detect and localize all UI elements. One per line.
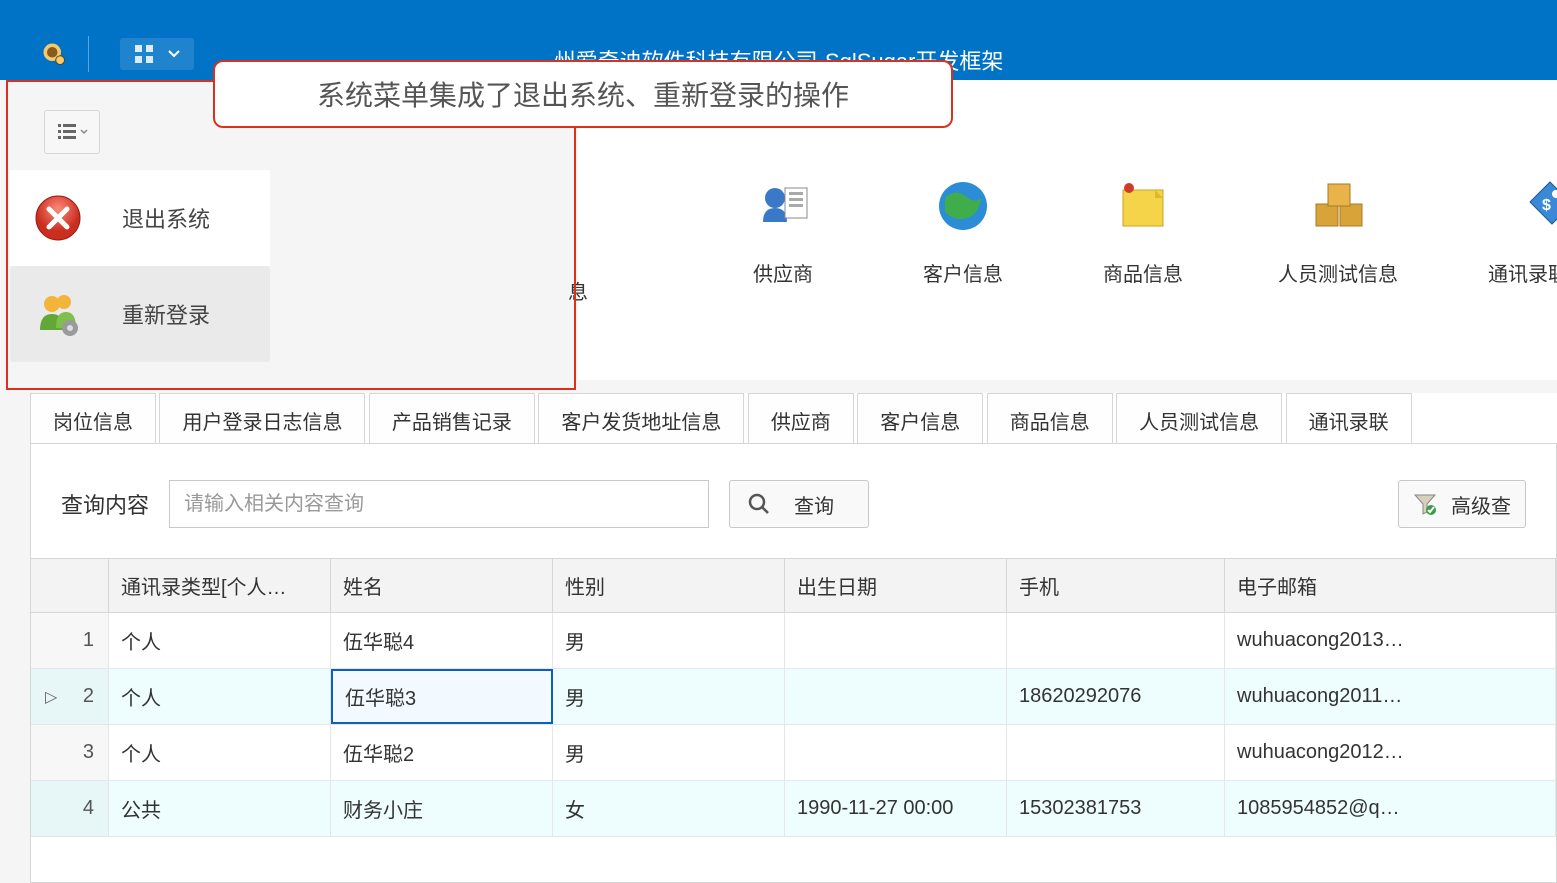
cell-mobile[interactable]: 15302381753 — [1007, 781, 1225, 836]
titlebar-separator — [88, 36, 89, 72]
tab-position-info[interactable]: 岗位信息 — [30, 393, 156, 447]
globe-icon — [935, 178, 991, 234]
view-toggle-button[interactable] — [44, 110, 100, 154]
cell-type[interactable]: 个人 — [109, 613, 331, 668]
ribbon-btn-label: 通讯录联系人 — [1488, 258, 1557, 287]
ribbon-btn-customer[interactable]: 客户信息 — [898, 178, 1028, 287]
cell-name[interactable]: 财务小庄 — [331, 781, 553, 836]
cell-dob[interactable]: 1990-11-27 00:00 — [785, 781, 1007, 836]
cell-gender[interactable]: 女 — [553, 781, 785, 836]
chevron-down-icon — [168, 50, 180, 58]
cell-dob[interactable] — [785, 613, 1007, 668]
search-row: 查询内容 查询 高级查 — [31, 480, 1556, 528]
cell-dob[interactable] — [785, 669, 1007, 724]
data-grid: 通讯录类型[个人… 姓名 性别 出生日期 手机 电子邮箱 1个人伍华聪4男wuh… — [31, 558, 1556, 837]
search-icon — [748, 493, 770, 515]
tab-supplier[interactable]: 供应商 — [748, 393, 854, 447]
cell-type[interactable]: 公共 — [109, 781, 331, 836]
table-row[interactable]: ▷2个人伍华聪3男 18620292076wuhuacong2011… — [31, 669, 1556, 725]
svg-text:$: $ — [1542, 197, 1551, 214]
chevron-down-icon — [80, 129, 88, 135]
tab-contacts[interactable]: 通讯录联 — [1286, 393, 1412, 447]
search-button-label: 查询 — [794, 490, 834, 519]
row-number: ▷2 — [31, 669, 109, 724]
ribbon-btn-person-test[interactable]: 人员测试信息 — [1258, 178, 1418, 287]
table-row[interactable]: 4公共财务小庄女1990-11-27 00:001530238175310859… — [31, 781, 1556, 837]
tab-product[interactable]: 商品信息 — [987, 393, 1113, 447]
users-gear-icon — [34, 290, 82, 338]
tab-ship-address[interactable]: 客户发货地址信息 — [538, 393, 744, 447]
note-icon — [1115, 178, 1171, 234]
app-logo-icon — [40, 40, 68, 68]
price-tag-icon: $ — [1520, 178, 1557, 234]
cell-gender[interactable]: 男 — [553, 725, 785, 780]
cell-email[interactable]: wuhuacong2011… — [1225, 669, 1556, 724]
table-row[interactable]: 3个人伍华聪2男 wuhuacong2012… — [31, 725, 1556, 781]
row-number: 4 — [31, 781, 109, 836]
grid-header: 通讯录类型[个人… 姓名 性别 出生日期 手机 电子邮箱 — [31, 559, 1556, 613]
grid-header-email[interactable]: 电子邮箱 — [1225, 559, 1556, 612]
ribbon-btn-label: 客户信息 — [923, 258, 1003, 287]
cell-gender[interactable]: 男 — [553, 613, 785, 668]
annotation-callout: 系统菜单集成了退出系统、重新登录的操作 — [213, 60, 953, 128]
search-button[interactable]: 查询 — [729, 480, 869, 528]
grid-header-dob[interactable]: 出生日期 — [785, 559, 1007, 612]
ribbon-btn-supplier[interactable]: 供应商 — [718, 178, 848, 287]
funnel-icon — [1413, 492, 1437, 516]
menu-item-exit[interactable]: 退出系统 — [10, 170, 270, 266]
cell-email[interactable]: 1085954852@q… — [1225, 781, 1556, 836]
close-circle-icon — [34, 194, 82, 242]
ribbon-btn-label: 人员测试信息 — [1278, 258, 1398, 287]
ribbon-btn-label: 商品信息 — [1103, 258, 1183, 287]
tab-person-test[interactable]: 人员测试信息 — [1116, 393, 1282, 447]
row-indicator-icon: ▷ — [45, 687, 57, 707]
grid-header-mobile[interactable]: 手机 — [1007, 559, 1225, 612]
cell-type[interactable]: 个人 — [109, 669, 331, 724]
ribbon-partial-label: 息 — [568, 276, 588, 305]
table-row[interactable]: 1个人伍华聪4男 wuhuacong2013… — [31, 613, 1556, 669]
content-panel: 查询内容 查询 高级查 通讯录类型[个人… 姓名 性别 出生日期 手机 电子邮箱… — [30, 443, 1557, 883]
ribbon-btn-contacts[interactable]: $ 通讯录联系人 — [1468, 178, 1557, 287]
boxes-icon — [1310, 178, 1366, 234]
document-tabs: 岗位信息 用户登录日志信息 产品销售记录 客户发货地址信息 供应商 客户信息 商… — [30, 393, 1557, 443]
cell-email[interactable]: wuhuacong2012… — [1225, 725, 1556, 780]
ribbon-btn-label: 供应商 — [753, 258, 813, 287]
cell-name[interactable]: 伍华聪3 — [331, 669, 553, 724]
tab-login-log[interactable]: 用户登录日志信息 — [159, 393, 365, 447]
cell-gender[interactable]: 男 — [553, 669, 785, 724]
supplier-card-icon — [755, 178, 811, 234]
menu-item-label: 退出系统 — [122, 202, 210, 234]
cell-mobile[interactable] — [1007, 725, 1225, 780]
row-number: 1 — [31, 613, 109, 668]
row-number: 3 — [31, 725, 109, 780]
search-input[interactable] — [169, 480, 709, 528]
grid-header-rownum — [31, 559, 109, 612]
list-view-icon — [56, 121, 78, 143]
tab-customer[interactable]: 客户信息 — [857, 393, 983, 447]
cell-name[interactable]: 伍华聪2 — [331, 725, 553, 780]
apps-grid-icon — [134, 44, 154, 64]
cell-dob[interactable] — [785, 725, 1007, 780]
grid-header-type[interactable]: 通讯录类型[个人… — [109, 559, 331, 612]
grid-header-name[interactable]: 姓名 — [331, 559, 553, 612]
cell-name[interactable]: 伍华聪4 — [331, 613, 553, 668]
cell-mobile[interactable]: 18620292076 — [1007, 669, 1225, 724]
advanced-search-button[interactable]: 高级查 — [1398, 480, 1526, 528]
ribbon-btn-product[interactable]: 商品信息 — [1078, 178, 1208, 287]
cell-email[interactable]: wuhuacong2013… — [1225, 613, 1556, 668]
search-label: 查询内容 — [61, 488, 149, 520]
system-menu: 退出系统 重新登录 — [10, 170, 270, 362]
advanced-search-label: 高级查 — [1451, 490, 1511, 519]
tab-sales-record[interactable]: 产品销售记录 — [369, 393, 535, 447]
cell-type[interactable]: 个人 — [109, 725, 331, 780]
titlebar-app-menu[interactable] — [120, 38, 194, 70]
cell-mobile[interactable] — [1007, 613, 1225, 668]
menu-item-label: 重新登录 — [122, 298, 210, 330]
menu-item-relogin[interactable]: 重新登录 — [10, 266, 270, 362]
grid-header-gender[interactable]: 性别 — [553, 559, 785, 612]
